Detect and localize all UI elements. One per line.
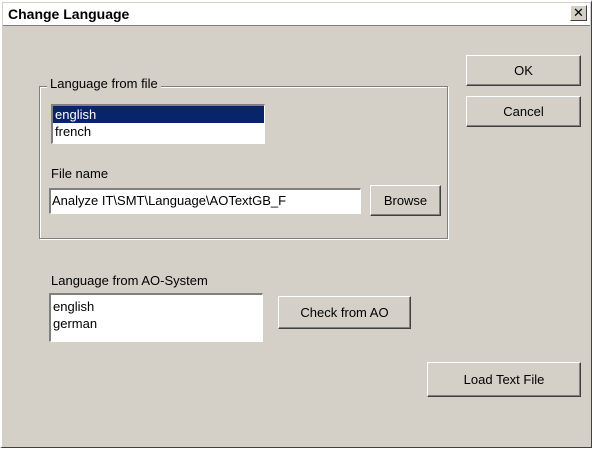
check-from-ao-button[interactable]: Check from AO [278,296,411,329]
load-text-file-button[interactable]: Load Text File [427,362,581,397]
file-name-field[interactable]: Analyze IT\SMT\Language\AOTextGB_F [49,188,361,214]
list-item-english-file[interactable]: english [53,106,264,123]
ok-button[interactable]: OK [466,55,581,86]
list-item-german-ao[interactable]: german [51,315,262,332]
list-item-english-ao[interactable]: english [51,298,262,315]
ao-system-label: Language from AO-System [51,273,208,288]
file-language-listbox[interactable]: english french [51,104,265,144]
language-from-file-legend: Language from file [47,76,161,91]
ao-language-listbox[interactable]: english german [49,293,263,342]
browse-button[interactable]: Browse [370,185,441,216]
file-name-label: File name [51,166,109,181]
window-title: Change Language [8,6,130,22]
close-icon[interactable]: ✕ [570,5,587,21]
list-item-french-file[interactable]: french [53,123,264,140]
title-bar[interactable]: Change Language ✕ [3,3,590,26]
cancel-button[interactable]: Cancel [466,96,581,127]
